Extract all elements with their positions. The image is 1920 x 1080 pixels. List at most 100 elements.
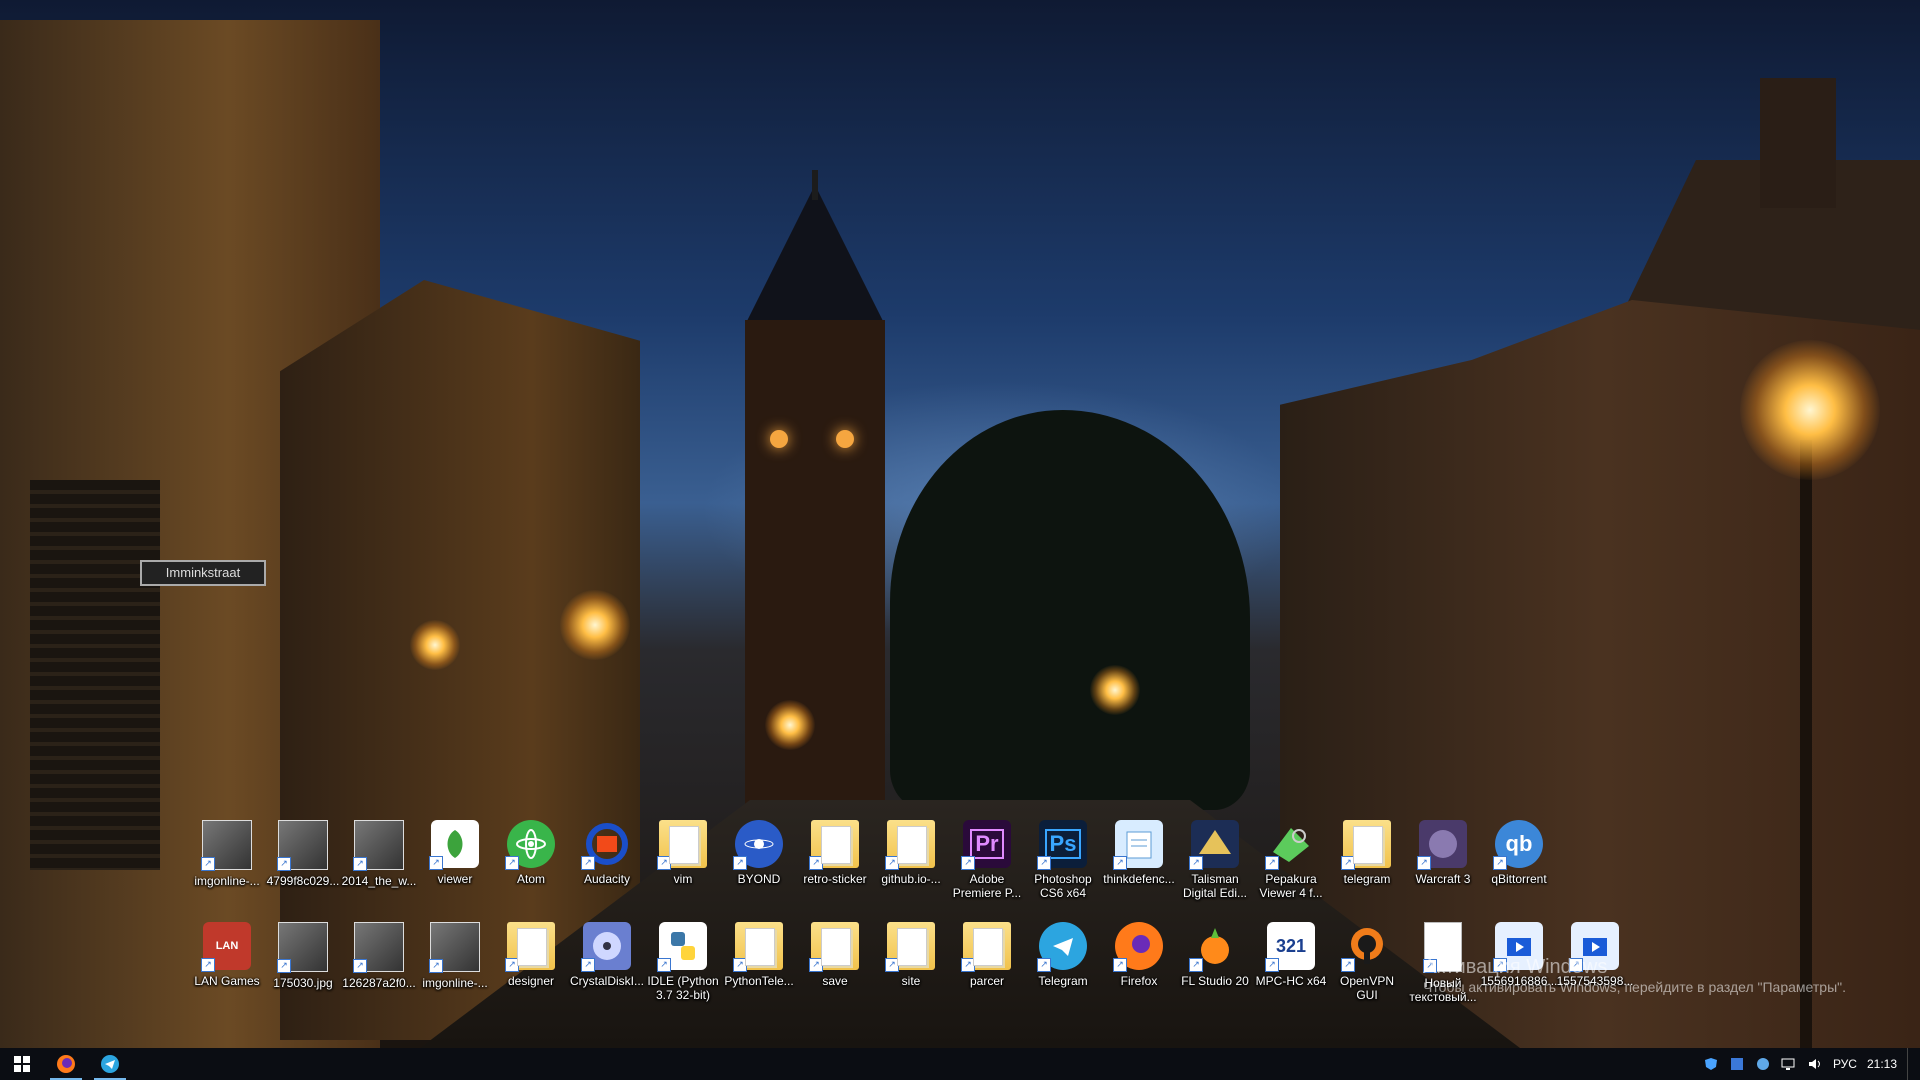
desktop-icon-save[interactable]: ↗ save bbox=[797, 922, 873, 988]
premiere-icon: Pr ↗ bbox=[961, 820, 1011, 870]
show-desktop-button[interactable] bbox=[1907, 1048, 1914, 1080]
telegram-icon bbox=[101, 1055, 119, 1073]
shortcut-arrow-icon: ↗ bbox=[353, 857, 367, 871]
shortcut-arrow-icon: ↗ bbox=[1189, 856, 1203, 870]
shortcut-arrow-icon: ↗ bbox=[733, 856, 747, 870]
desktop-icon-mpc-hc-x64[interactable]: 321 ↗ MPC-HC x64 bbox=[1253, 922, 1329, 988]
desktop-icon-175030-jpg[interactable]: ↗ 175030.jpg bbox=[265, 922, 341, 990]
volume-icon[interactable] bbox=[1807, 1056, 1823, 1072]
windows-logo-icon bbox=[14, 1056, 30, 1072]
desktop-icon-label: parcer bbox=[969, 974, 1004, 988]
watermark-subtitle: Чтобы активировать Windows, перейдите в … bbox=[1423, 979, 1846, 995]
desktop-icon-talisman-digital-edi[interactable]: ↗ Talisman Digital Edi... bbox=[1177, 820, 1253, 900]
desktop-icon-label: MPC-HC x64 bbox=[1255, 974, 1327, 988]
desktop-icon-crystaldiski[interactable]: ↗ CrystalDiskI... bbox=[569, 922, 645, 988]
atom-icon: ↗ bbox=[505, 820, 555, 870]
folder-icon: ↗ bbox=[505, 922, 555, 972]
desktop-icon-designer[interactable]: ↗ designer bbox=[493, 922, 569, 988]
desktop-icon-adobe-premiere-p[interactable]: Pr ↗ Adobe Premiere P... bbox=[949, 820, 1025, 900]
desktop-icon-telegram[interactable]: ↗ telegram bbox=[1329, 820, 1405, 886]
wallpaper-shutter bbox=[30, 480, 160, 870]
shortcut-arrow-icon: ↗ bbox=[885, 856, 899, 870]
shortcut-arrow-icon: ↗ bbox=[201, 857, 215, 871]
photoshop-icon: Ps ↗ bbox=[1037, 820, 1087, 870]
globe-icon[interactable] bbox=[1755, 1056, 1771, 1072]
wallpaper-clock-face bbox=[836, 430, 854, 448]
shortcut-arrow-icon: ↗ bbox=[505, 856, 519, 870]
photo-icon: ↗ bbox=[353, 820, 404, 871]
flstudio-icon: ↗ bbox=[1189, 922, 1239, 972]
shortcut-arrow-icon: ↗ bbox=[1341, 856, 1355, 870]
desktop-icon-vim[interactable]: ↗ vim bbox=[645, 820, 721, 886]
shortcut-arrow-icon: ↗ bbox=[1037, 958, 1051, 972]
wallpaper-clock-face bbox=[770, 430, 788, 448]
telegram-icon: ↗ bbox=[1037, 922, 1087, 972]
audacity-icon: ↗ bbox=[581, 820, 631, 870]
desktop-icon-label: Pepakura Viewer 4 f... bbox=[1259, 872, 1323, 900]
shortcut-arrow-icon: ↗ bbox=[1417, 856, 1431, 870]
desktop-icon-label: retro-sticker bbox=[803, 872, 867, 886]
desktop-icon-fl-studio-20[interactable]: ↗ FL Studio 20 bbox=[1177, 922, 1253, 988]
desktop-icon-atom[interactable]: ↗ Atom bbox=[493, 820, 569, 886]
openvpn-icon: ↗ bbox=[1341, 922, 1391, 972]
desktop-icon-126287a2f0[interactable]: ↗ 126287a2f0... bbox=[341, 922, 417, 990]
shortcut-arrow-icon: ↗ bbox=[1265, 856, 1279, 870]
app-tray-icon[interactable] bbox=[1729, 1056, 1745, 1072]
defender-icon[interactable] bbox=[1703, 1056, 1719, 1072]
taskbar-firefox[interactable] bbox=[44, 1048, 88, 1080]
desktop-icon-parcer[interactable]: ↗ parcer bbox=[949, 922, 1025, 988]
desktop-icon-label: CrystalDiskI... bbox=[569, 974, 644, 988]
desktop-icon-pepakura-viewer-4-f[interactable]: ↗ Pepakura Viewer 4 f... bbox=[1253, 820, 1329, 900]
desktop-icon-viewer[interactable]: ↗ viewer bbox=[417, 820, 493, 886]
byond-icon: ↗ bbox=[733, 820, 783, 870]
shortcut-arrow-icon: ↗ bbox=[1113, 958, 1127, 972]
desktop[interactable]: Imminkstraat ↗ imgonline-... ↗ 4799f8c029..… bbox=[0, 0, 1920, 1048]
desktop-icon-audacity[interactable]: ↗ Audacity bbox=[569, 820, 645, 886]
shortcut-arrow-icon: ↗ bbox=[961, 856, 975, 870]
desktop-icon-photoshop-cs6-x64[interactable]: Ps ↗ Photoshop CS6 x64 bbox=[1025, 820, 1101, 900]
desktop-icon-imgonline[interactable]: ↗ imgonline-... bbox=[417, 922, 493, 990]
desktop-icon-firefox[interactable]: ↗ Firefox bbox=[1101, 922, 1177, 988]
desktop-icon-github-io[interactable]: ↗ github.io-... bbox=[873, 820, 949, 886]
language-indicator[interactable]: РУС bbox=[1833, 1057, 1857, 1071]
folder-icon: ↗ bbox=[809, 820, 859, 870]
desktop-icon-pythontele[interactable]: ↗ PythonTele... bbox=[721, 922, 797, 988]
desktop-icon-imgonline[interactable]: ↗ imgonline-... bbox=[189, 820, 265, 888]
desktop-icon-thinkdefenc[interactable]: ↗ thinkdefenc... bbox=[1101, 820, 1177, 886]
desktop-icon-openvpn-gui[interactable]: ↗ OpenVPN GUI bbox=[1329, 922, 1405, 1002]
shortcut-arrow-icon: ↗ bbox=[809, 958, 823, 972]
desktop-icon-2014-the-w[interactable]: ↗ 2014_the_w... bbox=[341, 820, 417, 888]
shortcut-arrow-icon: ↗ bbox=[885, 958, 899, 972]
shortcut-arrow-icon: ↗ bbox=[505, 958, 519, 972]
desktop-icon-label: 2014_the_w... bbox=[341, 874, 417, 888]
desktop-icon-label: Talisman Digital Edi... bbox=[1182, 872, 1248, 900]
network-icon[interactable] bbox=[1781, 1056, 1797, 1072]
wallpaper-street-lamp bbox=[765, 700, 815, 750]
firefox-icon bbox=[57, 1055, 75, 1073]
desktop-icon-4799f8c029[interactable]: ↗ 4799f8c029... bbox=[265, 820, 341, 888]
desktop-icon-telegram[interactable]: ↗ Telegram bbox=[1025, 922, 1101, 988]
start-button[interactable] bbox=[0, 1048, 44, 1080]
desktop-icon-lan-games[interactable]: LAN ↗ LAN Games bbox=[189, 922, 265, 988]
firefox-icon: ↗ bbox=[1113, 922, 1163, 972]
desktop-icon-site[interactable]: ↗ site bbox=[873, 922, 949, 988]
taskbar-telegram[interactable] bbox=[88, 1048, 132, 1080]
desktop-icon-label: Adobe Premiere P... bbox=[952, 872, 1022, 900]
desktop-icon-idle-python-3-7-32-bit[interactable]: ↗ IDLE (Python 3.7 32-bit) bbox=[645, 922, 721, 1002]
shortcut-arrow-icon: ↗ bbox=[809, 856, 823, 870]
wallpaper-street-lamp bbox=[560, 590, 630, 660]
desktop-icon-warcraft-3[interactable]: ↗ Warcraft 3 bbox=[1405, 820, 1481, 886]
desktop-icon-byond[interactable]: ↗ BYOND bbox=[721, 820, 797, 886]
folder-icon: ↗ bbox=[961, 922, 1011, 972]
viewer-app-icon: ↗ bbox=[429, 820, 479, 870]
desktop-icon-qbittorrent[interactable]: qb ↗ qBittorrent bbox=[1481, 820, 1557, 886]
desktop-icon-retro-sticker[interactable]: ↗ retro-sticker bbox=[797, 820, 873, 886]
desktop-icon-label: vim bbox=[673, 872, 693, 886]
shortcut-arrow-icon: ↗ bbox=[353, 959, 367, 973]
shortcut-arrow-icon: ↗ bbox=[1037, 856, 1051, 870]
desktop-icon-label: Firefox bbox=[1120, 974, 1158, 988]
desktop-icon-label: Photoshop CS6 x64 bbox=[1034, 872, 1092, 900]
desktop-icon-label: 126287a2f0... bbox=[342, 976, 416, 990]
clock[interactable]: 21:13 bbox=[1867, 1057, 1897, 1071]
wallpaper-church-tower bbox=[745, 320, 885, 840]
